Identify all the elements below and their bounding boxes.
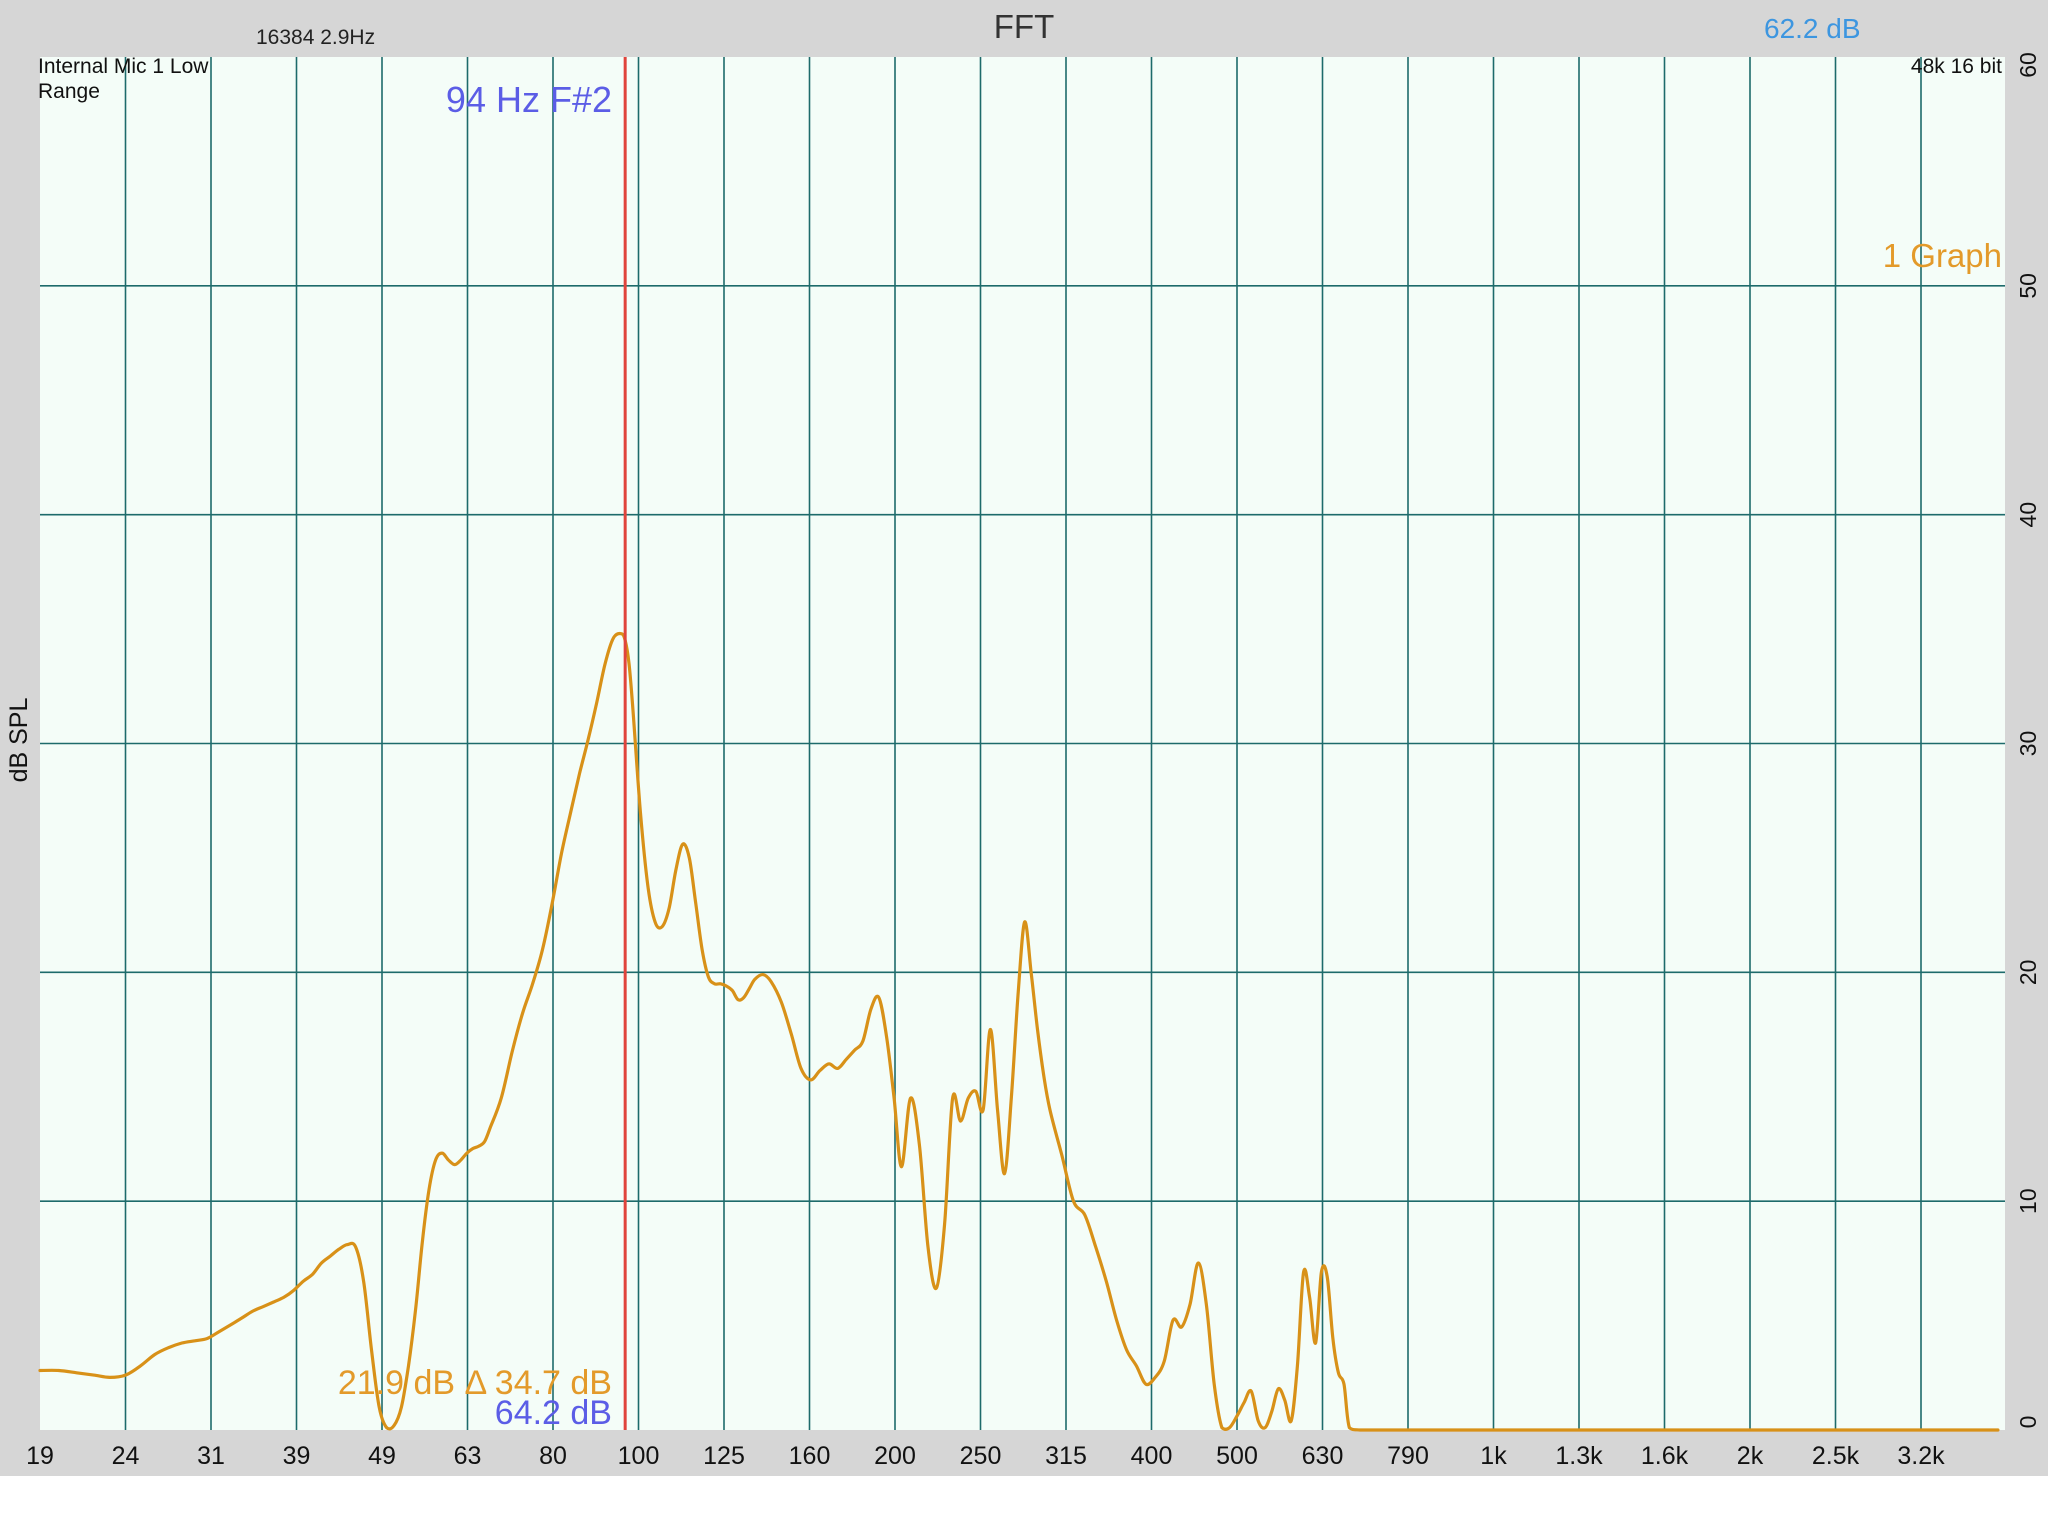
x-tick-label: 63 [454, 1442, 482, 1470]
cursor-frequency-label: 94 Hz F#2 [446, 79, 612, 120]
fft-chart[interactable]: 19 24 31 39 49 63 80 100 125 160 200 250 315 400 500 63… [0, 0, 2048, 1536]
x-tick-label: 1k [1480, 1442, 1507, 1470]
fft-size-info: 16384 2.9Hz [256, 26, 375, 49]
x-tick-label: 500 [1216, 1442, 1258, 1470]
y-tick-label: 10 [2015, 1188, 2041, 1214]
x-tick-label: 24 [112, 1442, 140, 1470]
y-tick-label: 0 [2015, 1416, 2041, 1429]
y-tick-label: 60 [2015, 52, 2041, 78]
x-tick-label: 3.2k [1897, 1442, 1945, 1470]
x-tick-label: 2k [1737, 1442, 1764, 1470]
x-tick-label: 2.5k [1812, 1442, 1860, 1470]
graph-count-label[interactable]: 1 Graph [1883, 237, 2002, 274]
audio-format: 48k 16 bit [1911, 55, 2002, 78]
y-tick-label: 20 [2015, 960, 2041, 986]
x-tick-label: 31 [197, 1442, 225, 1470]
y-tick-label: 50 [2015, 273, 2041, 299]
x-tick-label: 1.6k [1641, 1442, 1689, 1470]
x-tick-label: 19 [26, 1442, 54, 1470]
x-tick-label: 400 [1131, 1442, 1173, 1470]
chart-title: FFT [994, 8, 1054, 45]
x-tick-label: 630 [1302, 1442, 1344, 1470]
x-tick-label: 80 [539, 1442, 567, 1470]
cursor-peak-readout: 64.2 dB [495, 1394, 612, 1432]
x-tick-label: 1.3k [1555, 1442, 1603, 1470]
x-tick-label: 200 [874, 1442, 916, 1470]
x-tick-label: 250 [960, 1442, 1002, 1470]
x-tick-label: 125 [703, 1442, 745, 1470]
x-tick-label: 100 [618, 1442, 660, 1470]
input-source-line-2: Range [38, 80, 100, 103]
y-tick-label: 30 [2015, 731, 2041, 757]
x-tick-label: 790 [1387, 1442, 1429, 1470]
x-tick-label: 49 [368, 1442, 396, 1470]
y-tick-label: 40 [2015, 502, 2041, 528]
x-tick-label: 160 [789, 1442, 831, 1470]
level-readout: 62.2 dB [1764, 13, 1861, 44]
x-tick-label: 315 [1045, 1442, 1087, 1470]
y-axis-label: dB SPL [5, 698, 33, 783]
x-tick-label: 39 [283, 1442, 311, 1470]
input-source-line-1: Internal Mic 1 Low [38, 55, 209, 78]
fft-analyzer: 19 24 31 39 49 63 80 100 125 160 200 250 315 400 500 63… [0, 0, 2048, 1536]
